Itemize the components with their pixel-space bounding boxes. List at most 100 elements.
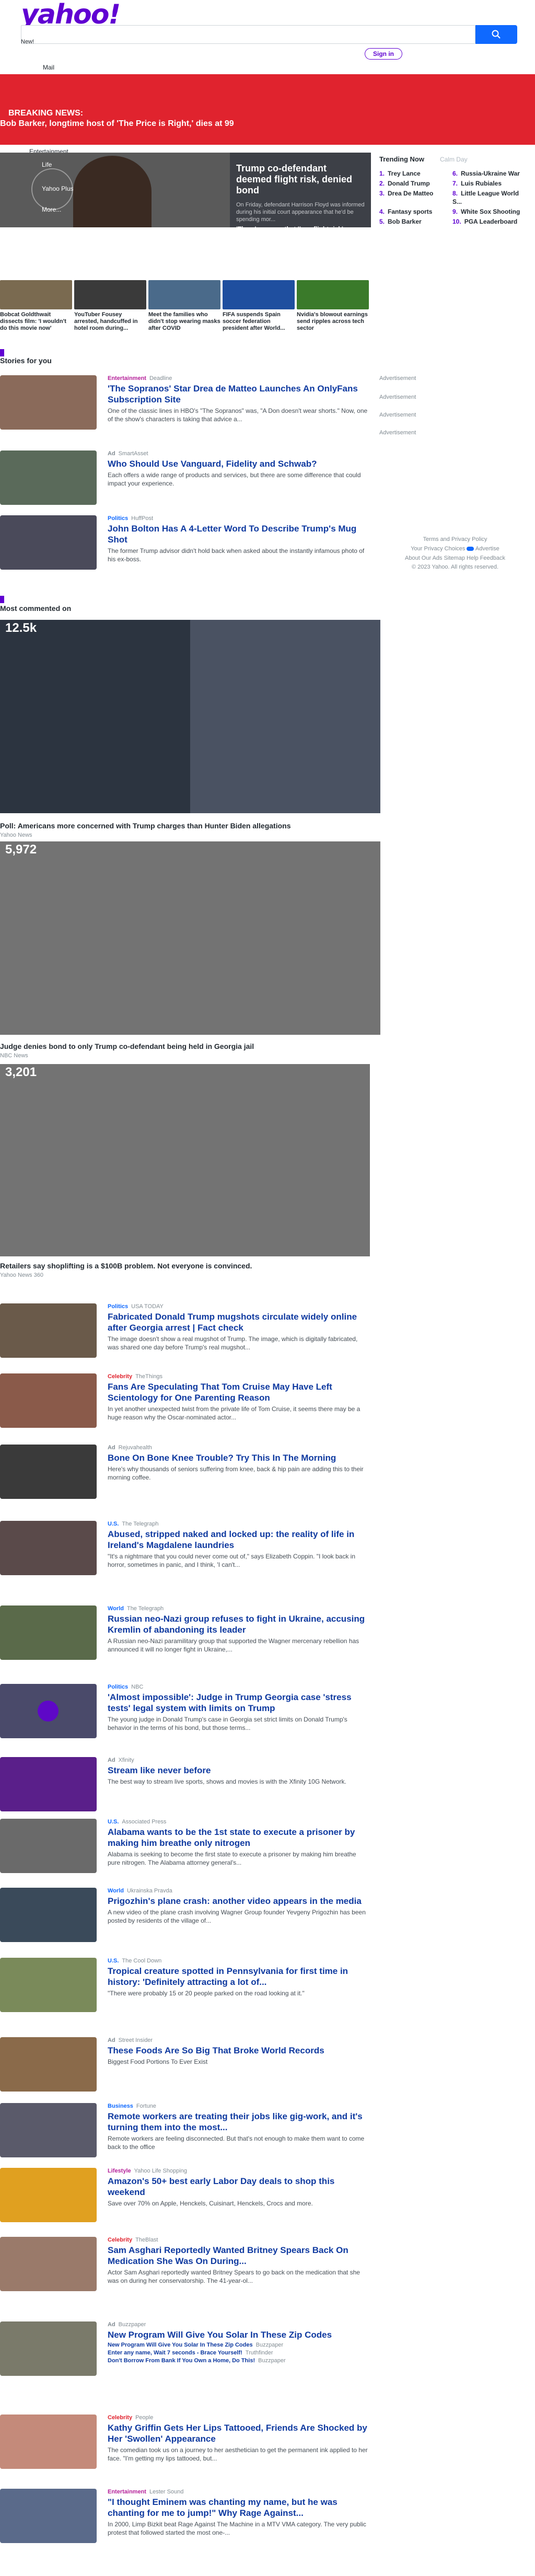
footer-terms[interactable]: Terms and Privacy Policy xyxy=(379,535,531,544)
thumb-item[interactable]: FIFA suspends Spain soccer federation pr… xyxy=(223,280,295,332)
trending-item[interactable]: 6. Russia-Ukraine War xyxy=(452,169,526,178)
commented-image[interactable]: 12.5k xyxy=(0,620,380,813)
story-card[interactable]: Lifestyle Yahoo Life Shopping Amazon's 50+… xyxy=(0,2168,371,2222)
story-title[interactable]: 'Almost impossible': Judge in Trump Geor… xyxy=(108,1692,369,1714)
story-title[interactable]: Fans Are Speculating That Tom Cruise May… xyxy=(108,1381,369,1403)
story-card[interactable]: Celebrity TheThings Fans Are Speculating T… xyxy=(0,1373,371,1428)
hero-menu-life[interactable]: Life xyxy=(42,161,52,168)
trending-item[interactable]: 4. Fantasy sports xyxy=(379,207,452,216)
story-desc: In yet another unexpected twist from the… xyxy=(108,1405,360,1421)
thumb-item[interactable]: Bobcat Goldthwait dissects film: 'I woul… xyxy=(0,280,72,332)
signin-button[interactable]: Sign in xyxy=(365,48,402,60)
story-title[interactable]: Russian neo-Nazi group refuses to fight … xyxy=(108,1613,369,1635)
breaking-text[interactable]: Bob Barker, longtime host of 'The Price … xyxy=(0,119,234,129)
stories-title: Stories for you xyxy=(0,356,52,365)
story-title[interactable]: Stream like never before xyxy=(108,1765,369,1776)
trending-item[interactable]: 3. Drea De Matteo xyxy=(379,189,452,206)
commented-caption[interactable]: Retailers say shoplifting is a $100B pro… xyxy=(0,1262,252,1270)
story-card[interactable]: Business Fortune Remote workers are treati… xyxy=(0,2103,371,2157)
hero-menu-more[interactable]: More... xyxy=(42,206,61,213)
story-title[interactable]: Prigozhin's plane crash: another video a… xyxy=(108,1896,369,1907)
section-marker xyxy=(0,596,4,603)
story-sublink[interactable]: New Program Will Give You Solar In These… xyxy=(108,2342,369,2348)
story-title[interactable]: Kathy Griffin Gets Her Lips Tattooed, Fr… xyxy=(108,2422,369,2444)
trending-item[interactable]: 2. Donald Trump xyxy=(379,179,452,188)
hero-card[interactable]: Trump co-defendant deemed flight risk, d… xyxy=(230,153,371,233)
commented-image[interactable]: 5,972 xyxy=(0,841,380,1035)
story-card[interactable]: Celebrity People Kathy Griffin Gets Her Li… xyxy=(0,2415,371,2469)
search-button[interactable] xyxy=(475,25,517,44)
trending-item[interactable]: 5. Bob Barker xyxy=(379,217,452,226)
story-title[interactable]: Who Should Use Vanguard, Fidelity and Sc… xyxy=(108,458,369,469)
breaking-news-banner[interactable]: BREAKING NEWS: Bob Barker, longtime host… xyxy=(0,74,535,145)
story-title[interactable]: 'The Sopranos' Star Drea de Matteo Launc… xyxy=(108,383,369,405)
thumb-caption[interactable]: Bobcat Goldthwait dissects film: 'I woul… xyxy=(0,311,72,332)
story-card[interactable]: Entertainment Deadline 'The Sopranos' Sta… xyxy=(0,375,371,433)
hero-title[interactable]: Trump co-defendant deemed flight risk, d… xyxy=(236,163,365,196)
story-card[interactable]: Ad Xfinity Stream like never before The bes… xyxy=(0,1757,371,1811)
trending-list: 1. Trey Lance 6. Russia-Ukraine War 2. Dona… xyxy=(379,169,531,226)
story-title[interactable]: John Bolton Has A 4-Letter Word To Descr… xyxy=(108,523,369,545)
thumb-item[interactable]: Meet the families who didn't stop wearin… xyxy=(148,280,220,332)
story-card[interactable]: U.S. Associated Press Alabama wants to be … xyxy=(0,1819,371,1873)
thumb-image xyxy=(297,280,369,309)
story-card[interactable]: Politics USA TODAY Fabricated Donald Trump… xyxy=(0,1303,371,1358)
story-title[interactable]: Tropical creature spotted in Pennsylvani… xyxy=(108,1966,369,1988)
thumb-caption[interactable]: Nvidia's blowout earnings send ripples a… xyxy=(297,311,369,332)
thumb-caption[interactable]: FIFA suspends Spain soccer federation pr… xyxy=(223,311,295,332)
thumbnail-row: Bobcat Goldthwait dissects film: 'I woul… xyxy=(0,280,371,338)
commented-source: NBC News xyxy=(0,1053,28,1059)
hero-menu-plus[interactable]: Yahoo Plus xyxy=(42,185,74,192)
story-card[interactable]: Politics HuffPost John Bolton Has A 4-Let… xyxy=(0,515,371,570)
story-title[interactable]: New Program Will Give You Solar In These… xyxy=(108,2329,369,2340)
story-card[interactable]: Ad SmartAsset Who Should Use Vanguard, Fi… xyxy=(0,450,371,505)
commented-caption[interactable]: Poll: Americans more concerned with Trum… xyxy=(0,822,291,830)
search-input[interactable] xyxy=(21,25,475,44)
footer-links[interactable]: About Our Ads Sitemap Help Feedback xyxy=(379,554,531,562)
story-card[interactable]: U.S. The Telegraph Abused, stripped naked … xyxy=(0,1521,371,1575)
story-card[interactable]: Politics NBC 'Almost impossible': Judge in… xyxy=(0,1684,371,1738)
thumb-item[interactable]: YouTuber Fousey arrested, handcuffed in … xyxy=(74,280,146,332)
story-title[interactable]: Remote workers are treating their jobs l… xyxy=(108,2111,369,2133)
trending-date: Calm Day xyxy=(439,156,468,163)
story-title[interactable]: Amazon's 50+ best early Labor Day deals … xyxy=(108,2176,369,2198)
story-category: Lifestyle Yahoo Life Shopping xyxy=(108,2168,187,2174)
story-card[interactable]: Celebrity TheBlast Sam Asghari Reportedly … xyxy=(0,2237,371,2291)
mail-link[interactable]: Mail xyxy=(43,64,54,71)
story-category: Entertainment Lester Sound xyxy=(108,2489,184,2495)
story-desc: Each offers a wide range of products and… xyxy=(108,471,361,487)
thumb-caption[interactable]: YouTuber Fousey arrested, handcuffed in … xyxy=(74,311,146,332)
thumb-item[interactable]: Nvidia's blowout earnings send ripples a… xyxy=(297,280,369,332)
story-title[interactable]: Fabricated Donald Trump mugshots circula… xyxy=(108,1311,369,1333)
hero-link[interactable]: 'There's no way that I'm a flight risk' … xyxy=(236,225,365,233)
story-sublink[interactable]: Enter any name, Wait 7 seconds - Brace Y… xyxy=(108,2350,369,2356)
story-card[interactable]: Ad Buzzpaper New Program Will Give You Sol… xyxy=(0,2321,371,2376)
trending-item[interactable]: 9. White Sox Shooting xyxy=(452,207,526,216)
story-card[interactable]: Ad Street Insider These Foods Are So Big T… xyxy=(0,2037,371,2092)
trending-item[interactable]: 10. PGA Leaderboard xyxy=(452,217,526,226)
play-icon[interactable] xyxy=(38,1701,59,1722)
trending-item[interactable]: 1. Trey Lance xyxy=(379,169,452,178)
story-title[interactable]: "I thought Eminem was chanting my name, … xyxy=(108,2497,369,2519)
story-title[interactable]: Alabama wants to be the 1st state to exe… xyxy=(108,1827,369,1849)
story-title[interactable]: Bone On Bone Knee Trouble? Try This In T… xyxy=(108,1452,369,1463)
story-image xyxy=(0,1373,97,1428)
thumb-image xyxy=(0,280,72,309)
commented-caption[interactable]: Judge denies bond to only Trump co-defen… xyxy=(0,1042,254,1050)
story-title[interactable]: These Foods Are So Big That Broke World … xyxy=(108,2045,369,2056)
thumb-image xyxy=(223,280,295,309)
story-card[interactable]: Entertainment Lester Sound "I thought Emin… xyxy=(0,2489,371,2543)
trending-item[interactable]: 7. Luis Rubiales xyxy=(452,179,526,188)
story-title[interactable]: Abused, stripped naked and locked up: th… xyxy=(108,1529,369,1551)
thumb-caption[interactable]: Meet the families who didn't stop wearin… xyxy=(148,311,220,332)
story-card[interactable]: World The Telegraph Russian neo-Nazi group… xyxy=(0,1605,371,1660)
story-sublink[interactable]: Don't Borrow From Bank If You Own a Home… xyxy=(108,2358,369,2364)
story-title[interactable]: Sam Asghari Reportedly Wanted Britney Sp… xyxy=(108,2245,369,2267)
story-card[interactable]: Ad Rejuvahealth Bone On Bone Knee Trouble?… xyxy=(0,1445,371,1499)
story-image xyxy=(0,1303,97,1358)
trending-item[interactable]: 8. Little League World S... xyxy=(452,189,526,206)
commented-image[interactable]: 3,201 xyxy=(0,1064,370,1256)
story-card[interactable]: World Ukrainska Pravda Prigozhin's plane c… xyxy=(0,1888,371,1942)
footer-privacy[interactable]: Your Privacy Choices Advertise xyxy=(379,545,531,553)
story-card[interactable]: U.S. The Cool Down Tropical creature spott… xyxy=(0,1958,371,2012)
